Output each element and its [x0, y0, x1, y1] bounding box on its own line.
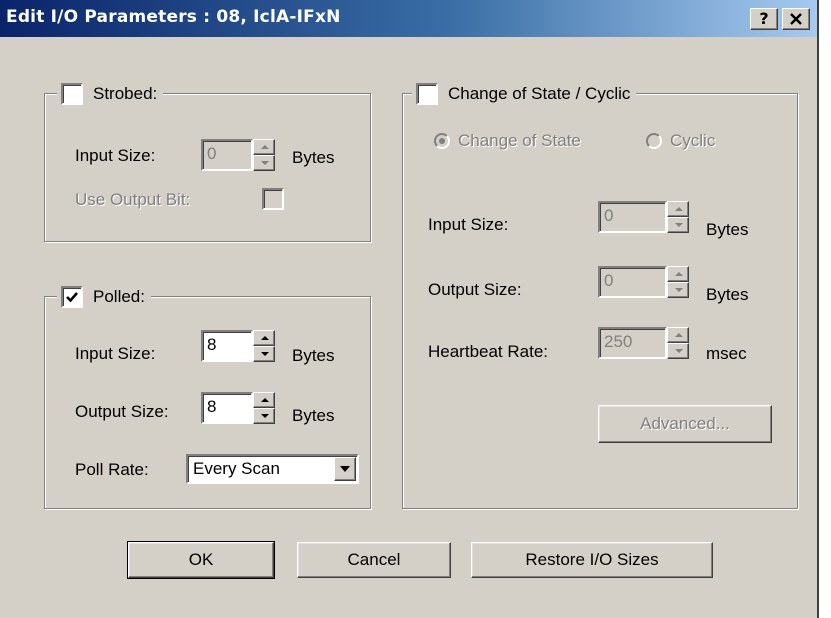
cos-output-size-label: Output Size:: [428, 280, 522, 299]
window-title: Edit I/O Parameters : 08, IclA-IFxN: [6, 7, 341, 27]
poll-rate-dropdown-button[interactable]: [334, 457, 356, 481]
spin-up-icon: [261, 398, 269, 402]
close-icon: [790, 13, 802, 25]
help-button[interactable]: ?: [750, 8, 778, 30]
edit-io-parameters-dialog: Edit I/O Parameters : 08, IclA-IFxN ? St…: [0, 0, 819, 618]
spin-up-icon: [261, 145, 269, 149]
radio-cyclic-dot: [646, 133, 662, 149]
polled-input-size-label: Input Size:: [75, 344, 156, 363]
spin-up-icon: [675, 333, 683, 337]
cos-cyclic-legend: Change of State / Cyclic: [412, 82, 637, 106]
polled-output-size-unit: Bytes: [292, 406, 335, 425]
cos-input-size-spinner[interactable]: [667, 201, 689, 233]
cos-cyclic-label: Change of State / Cyclic: [448, 84, 631, 103]
ok-button[interactable]: OK: [127, 541, 275, 579]
heartbeat-rate-unit: msec: [706, 344, 747, 363]
heartbeat-rate-spinner[interactable]: [667, 327, 689, 359]
poll-rate-select[interactable]: Every Scan: [186, 454, 359, 484]
heartbeat-rate-field[interactable]: 250: [598, 327, 667, 359]
radio-change-of-state-label: Change of State: [458, 131, 581, 150]
use-output-bit-checkbox[interactable]: [262, 188, 284, 210]
cos-input-size-label: Input Size:: [428, 215, 509, 234]
spin-up-icon: [261, 336, 269, 340]
checkmark-icon: [66, 292, 78, 303]
spin-down-icon: [675, 288, 683, 292]
poll-rate-label: Poll Rate:: [75, 460, 149, 479]
polled-checkbox[interactable]: [61, 286, 83, 308]
polled-output-size-spinner[interactable]: [253, 392, 275, 424]
restore-io-sizes-button[interactable]: Restore I/O Sizes: [471, 542, 713, 578]
radio-cyclic[interactable]: Cyclic: [646, 131, 715, 151]
poll-rate-value: Every Scan: [193, 459, 280, 478]
cos-cyclic-checkbox[interactable]: [416, 83, 438, 105]
strobed-input-size-spinner[interactable]: [253, 139, 275, 171]
spin-down-icon: [261, 414, 269, 418]
chevron-down-icon: [340, 466, 350, 472]
cos-input-size-field[interactable]: 0: [598, 201, 667, 233]
strobed-checkbox[interactable]: [61, 83, 83, 105]
use-output-bit-label: Use Output Bit:: [75, 190, 191, 209]
spin-up-icon: [675, 272, 683, 276]
spin-up-icon: [675, 207, 683, 211]
heartbeat-rate-label: Heartbeat Rate:: [428, 342, 549, 361]
radio-change-of-state[interactable]: Change of State: [434, 131, 581, 151]
cancel-button[interactable]: Cancel: [297, 542, 451, 578]
strobed-input-size-unit: Bytes: [292, 148, 335, 167]
polled-legend: Polled:: [57, 285, 151, 309]
cos-input-size-unit: Bytes: [706, 220, 749, 239]
strobed-input-size-label: Input Size:: [75, 146, 156, 165]
title-bar[interactable]: Edit I/O Parameters : 08, IclA-IFxN ?: [0, 0, 817, 37]
cos-output-size-spinner[interactable]: [667, 266, 689, 298]
radio-cyclic-label: Cyclic: [670, 131, 716, 150]
spin-down-icon: [261, 352, 269, 356]
strobed-input-size-field[interactable]: 0: [201, 139, 253, 171]
strobed-legend: Strobed:: [57, 82, 164, 106]
close-button[interactable]: [782, 8, 810, 30]
radio-change-of-state-dot: [434, 133, 450, 149]
strobed-label: Strobed:: [93, 84, 158, 103]
cos-output-size-field[interactable]: 0: [598, 266, 667, 298]
spin-down-icon: [675, 223, 683, 227]
polled-input-size-spinner[interactable]: [253, 330, 275, 362]
polled-output-size-label: Output Size:: [75, 402, 169, 421]
spin-down-icon: [261, 161, 269, 165]
polled-input-size-unit: Bytes: [292, 346, 335, 365]
spin-down-icon: [675, 349, 683, 353]
polled-input-size-field[interactable]: 8: [201, 330, 253, 362]
polled-label: Polled:: [93, 287, 145, 306]
advanced-button[interactable]: Advanced...: [598, 405, 772, 443]
cos-output-size-unit: Bytes: [706, 285, 749, 304]
polled-output-size-field[interactable]: 8: [201, 392, 253, 424]
